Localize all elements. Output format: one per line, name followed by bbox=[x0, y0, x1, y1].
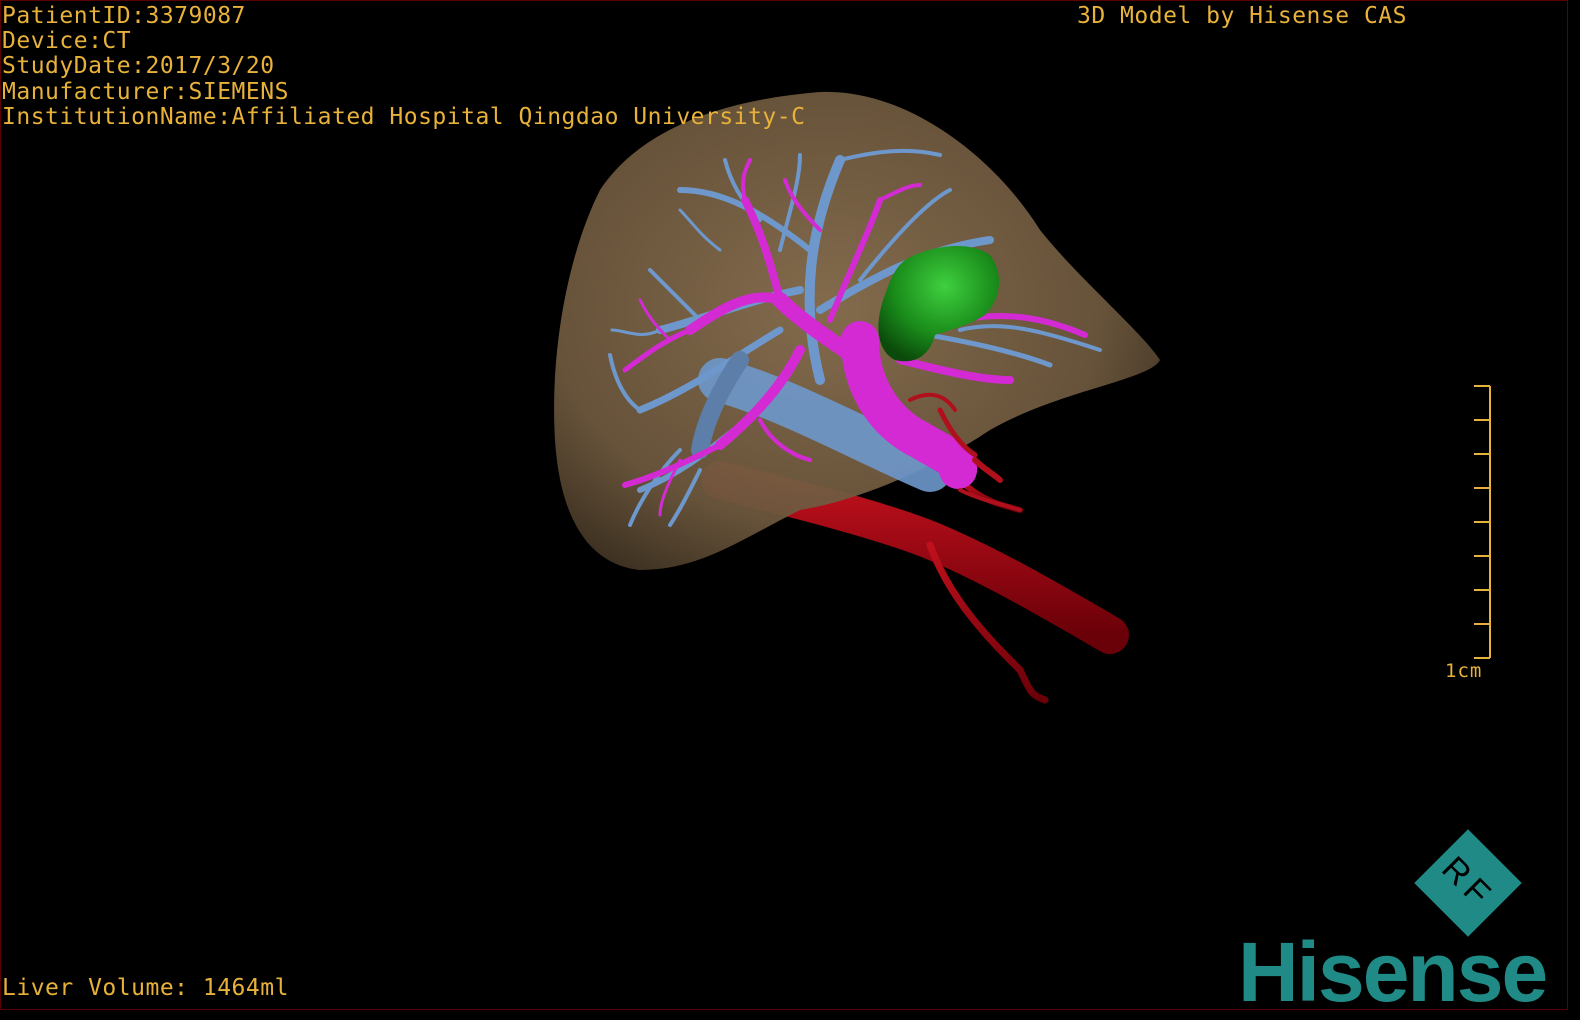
patient-id: PatientID:3379087 bbox=[2, 3, 246, 29]
3d-model-viewport[interactable] bbox=[0, 0, 1580, 1020]
study-date: StudyDate:2017/3/20 bbox=[2, 53, 275, 80]
institution-name: InstitutionName:Affiliated Hospital Qing… bbox=[2, 103, 806, 130]
model-credit: 3D Model by Hisense CAS bbox=[1077, 3, 1407, 29]
scale-bar bbox=[1474, 385, 1491, 659]
patient-info-panel: PatientID:3379087 Device:CT StudyDate:20… bbox=[2, 3, 806, 130]
device: Device:CT bbox=[2, 28, 132, 55]
hisense-logo: Hisense bbox=[1238, 925, 1548, 1019]
scale-label: 1cm bbox=[1445, 660, 1483, 682]
liver-volume: Liver Volume: 1464ml bbox=[2, 975, 289, 1001]
manufacturer: Manufacturer:SIEMENS bbox=[2, 78, 289, 105]
